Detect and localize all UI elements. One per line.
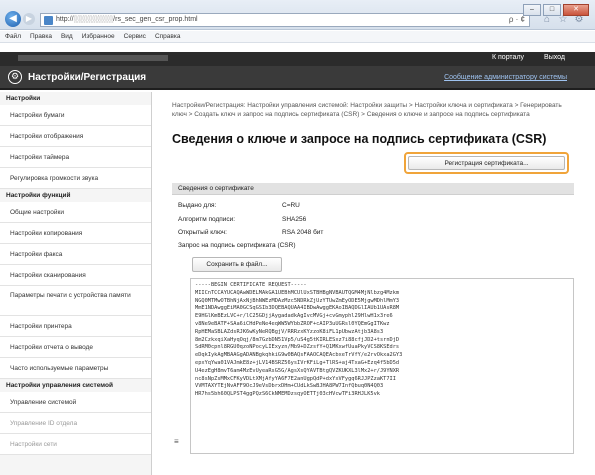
- back-arrow-icon[interactable]: ◀: [5, 11, 21, 27]
- sidebar-item-scan[interactable]: Настройки сканирования: [0, 265, 151, 286]
- address-text: http://░░░░░░░░/rs_sec_gen_csr_prop.html: [56, 16, 198, 23]
- sidebar-item-general[interactable]: Общие настройки: [0, 202, 151, 223]
- breadcrumb: Настройки/Регистрация: Настройки управле…: [172, 102, 562, 118]
- sidebar-item-favorites[interactable]: Часто используемые параметры: [0, 358, 151, 379]
- sidebar-item-copy[interactable]: Настройки копирования: [0, 223, 151, 244]
- header-title: Настройки/Регистрация: [28, 72, 147, 83]
- sidebar-item-display[interactable]: Настройки отображения: [0, 126, 151, 147]
- csr-heading: Запрос на подпись сертификата (CSR): [178, 242, 296, 249]
- window-controls: – □ ✕: [523, 4, 589, 16]
- register-certificate-button[interactable]: Регистрация сертификата...: [408, 156, 565, 170]
- sidebar-item-network[interactable]: Настройки сети: [0, 434, 151, 455]
- sidebar-item-output-report[interactable]: Настройки отчета о выводе: [0, 337, 151, 358]
- maximize-icon[interactable]: □: [543, 4, 561, 16]
- menu-tools[interactable]: Сервис: [124, 31, 146, 42]
- sidebar-item-system-management[interactable]: Управление системой: [0, 392, 151, 413]
- menu-help[interactable]: Справка: [155, 31, 181, 42]
- field-issued-to: Выдано для: C=RU: [178, 202, 300, 209]
- sidebar-section-functions: Настройки функций: [6, 192, 71, 199]
- browser-menubar: Файл Правка Вид Избранное Сервис Справка: [0, 31, 595, 43]
- cert-info-section: Сведения о сертификате: [172, 183, 574, 195]
- page-title: Сведения о ключе и запросе на подпись се…: [172, 132, 547, 146]
- sidebar-section-system: Настройки управления системой: [6, 382, 113, 389]
- sidebar-item-timer[interactable]: Настройки таймера: [0, 147, 151, 168]
- field-label: Алгоритм подписи:: [178, 216, 236, 223]
- minimize-icon[interactable]: –: [523, 4, 541, 16]
- menu-edit[interactable]: Правка: [30, 31, 52, 42]
- menu-view[interactable]: Вид: [61, 31, 73, 42]
- register-certificate-highlight: Регистрация сертификата...: [404, 152, 569, 174]
- settings-logo-icon: ⚙: [8, 70, 22, 84]
- close-icon[interactable]: ✕: [563, 4, 589, 16]
- sidebar-section-settings: Настройки: [6, 95, 41, 102]
- forward-arrow-icon[interactable]: ▶: [23, 13, 35, 25]
- field-signature-algorithm: Алгоритм подписи: SHA256: [178, 216, 306, 223]
- address-bar[interactable]: http://░░░░░░░░/rs_sec_gen_csr_prop.html…: [40, 13, 530, 27]
- expand-icon[interactable]: ≡: [174, 437, 179, 446]
- device-name-redacted: [18, 55, 168, 61]
- logout-link[interactable]: Выход: [544, 54, 565, 61]
- csr-textarea[interactable]: -----BEGIN CERTIFICATE REQUEST----- MIIC…: [190, 278, 574, 454]
- main-content: Настройки/Регистрация: Настройки управле…: [160, 92, 580, 475]
- sidebar-item-volume[interactable]: Регулировка громкости звука: [0, 168, 151, 189]
- sidebar-item-memory-print[interactable]: Параметры печати с устройства памяти: [0, 286, 151, 316]
- portal-link[interactable]: К порталу: [492, 54, 524, 61]
- browser-titlebar: ◀ ▶ http://░░░░░░░░/rs_sec_gen_csr_prop.…: [0, 0, 595, 30]
- field-value: SHA256: [282, 216, 307, 223]
- save-to-file-button[interactable]: Сохранить в файл...: [192, 257, 282, 272]
- address-tools[interactable]: ρ · ¢: [509, 15, 525, 24]
- sidebar-item-paper[interactable]: Настройки бумаги: [0, 105, 151, 126]
- sidebar-item-department-id[interactable]: Управление ID отдела: [0, 413, 151, 434]
- page-icon: [44, 16, 53, 25]
- menu-favorites[interactable]: Избранное: [82, 31, 115, 42]
- header-topbar: К порталу Выход: [0, 52, 595, 66]
- field-public-key: Открытый ключ: RSA 2048 бит: [178, 229, 323, 236]
- sidebar-item-printer[interactable]: Настройки принтера: [0, 316, 151, 337]
- field-value: C=RU: [282, 202, 300, 209]
- admin-message-link[interactable]: Сообщение администратору системы: [444, 74, 567, 81]
- sidebar-item-fax[interactable]: Настройки факса: [0, 244, 151, 265]
- field-value: RSA 2048 бит: [282, 229, 324, 236]
- sidebar: Настройки Настройки бумаги Настройки ото…: [0, 92, 152, 475]
- menu-file[interactable]: Файл: [5, 31, 21, 42]
- header-main: ⚙ Настройки/Регистрация Сообщение админи…: [0, 66, 595, 90]
- field-label: Выдано для:: [178, 202, 217, 209]
- field-label: Открытый ключ:: [178, 229, 227, 236]
